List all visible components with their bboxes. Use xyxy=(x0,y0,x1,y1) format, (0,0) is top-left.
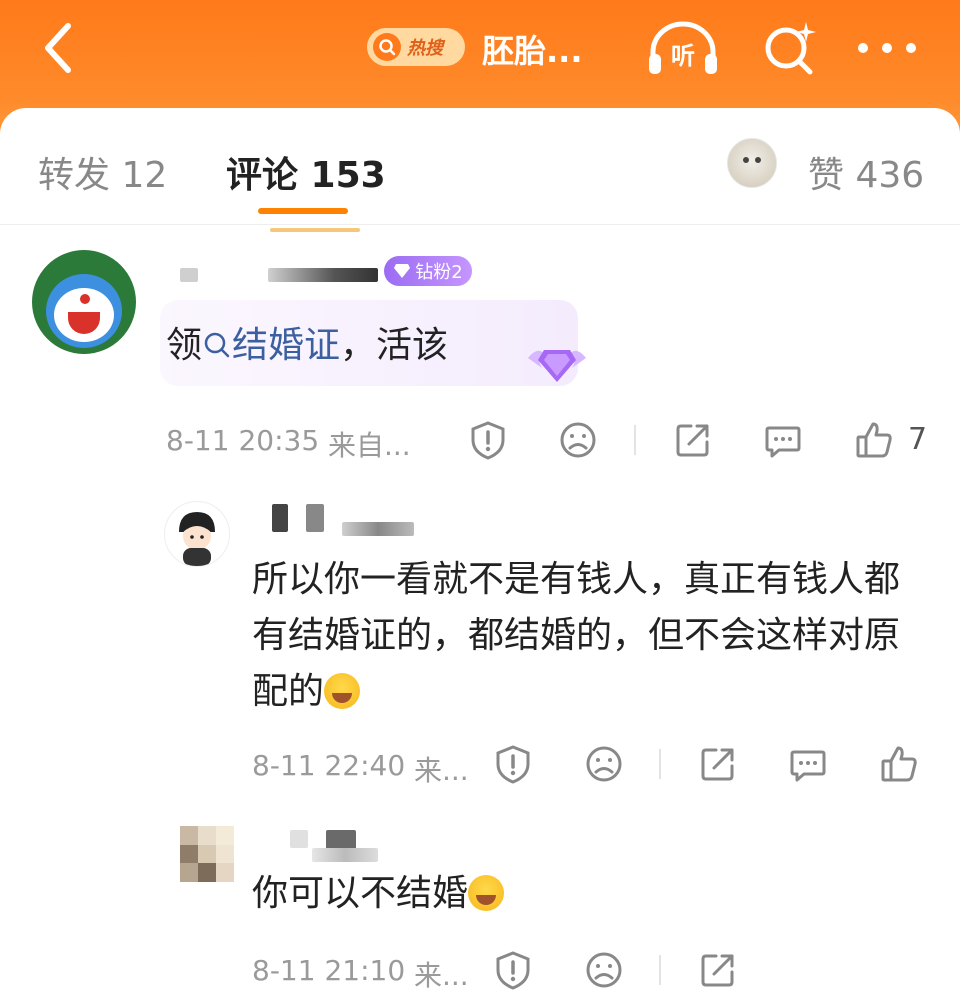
tab-comments[interactable]: 评论 153 xyxy=(226,146,386,198)
listen-button[interactable]: 听 xyxy=(645,18,721,78)
username-blurred[interactable] xyxy=(312,848,378,862)
thumbs-up-icon[interactable] xyxy=(879,744,919,784)
reply-comment-icon[interactable] xyxy=(788,744,828,784)
diamond-fan-icon xyxy=(528,350,586,382)
share-icon[interactable] xyxy=(698,950,738,990)
username-blurred[interactable] xyxy=(272,504,288,532)
tab-likes[interactable]: 赞 436 xyxy=(808,146,924,198)
dislike-face-icon[interactable] xyxy=(584,950,624,990)
fan-badge[interactable]: 钻粉2 xyxy=(384,256,472,286)
search-button[interactable] xyxy=(760,18,820,78)
like-count: 7 xyxy=(908,422,928,457)
liker-avatar[interactable] xyxy=(727,138,777,188)
reply-text: 所以你一看就不是有钱人，真正有钱人都有结婚证的，都结婚的，但不会这样对原配的 xyxy=(252,559,901,712)
share-icon[interactable] xyxy=(698,744,738,784)
hot-search-pill[interactable]: 热搜 xyxy=(367,28,465,66)
tab-active-indicator xyxy=(258,208,348,214)
username-blurred[interactable] xyxy=(342,522,414,536)
page-title: 胚胎... xyxy=(482,32,583,70)
username-blurred[interactable] xyxy=(306,504,324,532)
username-blurred[interactable] xyxy=(180,268,198,282)
headphones-icon: 听 xyxy=(649,21,717,74)
hot-search-label: 热搜 xyxy=(407,38,443,59)
reply-text: 你可以不结婚 xyxy=(252,866,902,922)
comment-text: 领结婚证，活该 xyxy=(166,325,449,366)
username-blurred[interactable] xyxy=(268,268,378,282)
svg-text:听: 听 xyxy=(671,42,695,70)
laugh-cry-emoji xyxy=(324,673,361,709)
avatar[interactable] xyxy=(32,250,136,354)
reply-source[interactable]: 来... xyxy=(414,749,469,789)
search-sparkle-icon xyxy=(765,22,816,75)
share-icon[interactable] xyxy=(673,420,713,460)
report-shield-icon[interactable] xyxy=(468,420,508,460)
tab-repost[interactable]: 转发 12 xyxy=(38,146,167,198)
back-button[interactable] xyxy=(30,20,86,76)
comment-source[interactable]: 来自... xyxy=(328,424,411,464)
tab-bar: 转发 12 评论 153 赞 436 xyxy=(0,108,960,232)
avatar[interactable] xyxy=(164,501,230,567)
avatar[interactable] xyxy=(180,826,234,882)
comment-time: 8-11 20:35 xyxy=(166,424,320,457)
search-icon xyxy=(204,332,230,358)
thumbs-up-icon[interactable] xyxy=(854,420,894,460)
tab-indicator-shadow xyxy=(270,228,360,232)
report-shield-icon[interactable] xyxy=(493,744,533,784)
divider xyxy=(659,955,661,985)
chevron-left-icon xyxy=(45,23,71,73)
reply-source[interactable]: 来... xyxy=(414,954,469,994)
dislike-face-icon[interactable] xyxy=(558,420,598,460)
username-blurred[interactable] xyxy=(290,830,308,848)
watermark-overlay xyxy=(736,962,960,1000)
more-dots-icon[interactable] xyxy=(858,38,920,58)
search-icon xyxy=(373,33,401,61)
reply-time: 8-11 22:40 xyxy=(252,749,406,782)
diamond-icon xyxy=(394,264,411,278)
dislike-face-icon[interactable] xyxy=(584,744,624,784)
topic-link[interactable]: 结婚证 xyxy=(202,325,340,366)
divider xyxy=(659,749,661,779)
reply-comment-icon[interactable] xyxy=(763,420,803,460)
divider xyxy=(634,425,636,455)
reply-time: 8-11 21:10 xyxy=(252,954,406,987)
report-shield-icon[interactable] xyxy=(493,950,533,990)
laugh-cry-emoji xyxy=(468,875,505,911)
